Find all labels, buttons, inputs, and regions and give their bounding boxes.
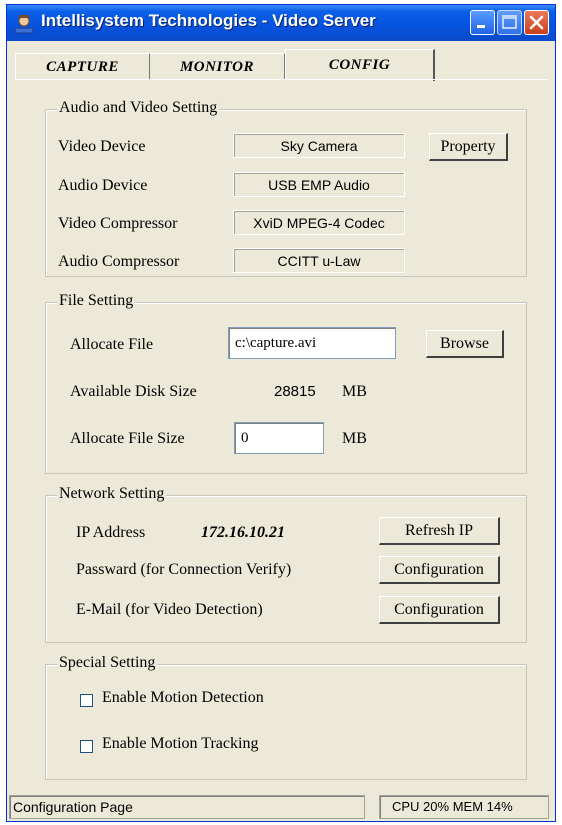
config-panel: Audio and Video Setting Video Device Sky… <box>15 79 547 780</box>
audio-video-legend: Audio and Video Setting <box>57 99 220 117</box>
audio-device-value: USB EMP Audio <box>233 172 405 197</box>
motion-tracking-label[interactable]: Enable Motion Tracking <box>102 735 258 753</box>
window-title: Intellisystem Technologies - Video Serve… <box>41 11 376 30</box>
video-compressor-label: Video Compressor <box>58 215 178 232</box>
video-compressor-value: XviD MPEG-4 Codec <box>233 210 405 235</box>
special-setting-group: Special Setting Enable Motion Detection … <box>45 654 527 780</box>
tab-strip: CAPTURE MONITOR CONFIG <box>15 49 555 81</box>
network-setting-group: Network Setting IP Address 172.16.10.21 … <box>45 485 527 643</box>
status-usage-text: CPU 20% MEM 14% <box>379 795 549 819</box>
app-window: Intellisystem Technologies - Video Serve… <box>6 4 556 822</box>
status-bar: Configuration Page CPU 20% MEM 14% <box>7 791 555 821</box>
available-disk-size-value: 28815 <box>274 383 316 400</box>
file-setting-group: File Setting Allocate File c:\capture.av… <box>45 292 527 474</box>
tab-monitor[interactable]: MONITOR <box>150 53 285 79</box>
maximize-button[interactable] <box>497 10 522 35</box>
ip-address-value: 172.16.10.21 <box>201 524 285 541</box>
file-setting-legend: File Setting <box>57 292 136 310</box>
minimize-icon <box>477 25 485 28</box>
special-setting-legend: Special Setting <box>57 654 158 672</box>
maximize-icon <box>502 15 517 29</box>
network-setting-legend: Network Setting <box>57 485 167 503</box>
status-page-text: Configuration Page <box>9 795 365 819</box>
close-button[interactable] <box>524 10 549 35</box>
ip-address-label: IP Address <box>76 524 146 541</box>
allocate-file-size-label: Allocate File Size <box>70 430 185 447</box>
refresh-ip-button[interactable]: Refresh IP <box>379 517 500 545</box>
audio-compressor-value: CCITT u-Law <box>233 248 405 273</box>
motion-detection-checkbox[interactable] <box>80 694 93 707</box>
password-configuration-button[interactable]: Configuration <box>379 556 500 584</box>
tab-config[interactable]: CONFIG <box>285 49 435 81</box>
audio-device-label: Audio Device <box>58 177 148 194</box>
disk-size-unit: MB <box>342 383 367 400</box>
email-configuration-button[interactable]: Configuration <box>379 596 500 624</box>
allocate-file-input[interactable]: c:\capture.avi <box>228 327 396 359</box>
available-disk-size-label: Available Disk Size <box>70 383 197 400</box>
minimize-button[interactable] <box>470 10 495 35</box>
allocate-file-label: Allocate File <box>70 336 154 353</box>
motion-detection-label[interactable]: Enable Motion Detection <box>102 689 264 707</box>
file-size-unit: MB <box>342 430 367 447</box>
video-device-label: Video Device <box>58 138 146 155</box>
allocate-file-size-input[interactable]: 0 <box>234 422 324 454</box>
motion-tracking-checkbox[interactable] <box>80 740 93 753</box>
video-device-value: Sky Camera <box>233 133 405 158</box>
email-label: E-Mail (for Video Detection) <box>76 601 263 618</box>
close-icon <box>529 15 544 30</box>
app-user-icon <box>14 15 34 34</box>
password-label: Passward (for Connection Verify) <box>76 561 292 578</box>
property-button[interactable]: Property <box>429 133 508 161</box>
browse-button[interactable]: Browse <box>426 330 504 358</box>
tab-capture[interactable]: CAPTURE <box>15 53 150 79</box>
audio-compressor-label: Audio Compressor <box>58 253 180 270</box>
title-bar[interactable]: Intellisystem Technologies - Video Serve… <box>7 5 555 41</box>
audio-video-group: Audio and Video Setting Video Device Sky… <box>45 99 527 277</box>
